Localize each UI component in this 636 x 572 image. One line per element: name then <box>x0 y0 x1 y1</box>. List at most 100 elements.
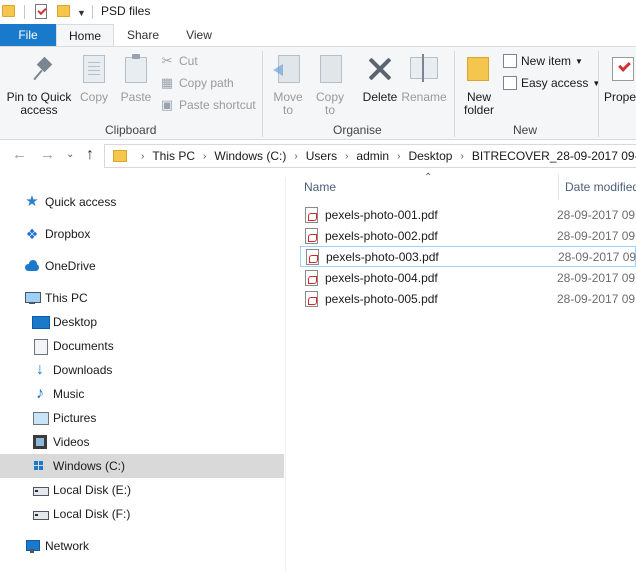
disk-icon <box>32 482 49 498</box>
tab-view[interactable]: View <box>172 24 226 46</box>
nav-item-label: Documents <box>53 339 114 353</box>
tab-file[interactable]: File <box>0 24 56 46</box>
column-header-date-modified[interactable]: Date modified <box>565 180 636 194</box>
forward-arrow-icon[interactable]: → <box>40 146 55 163</box>
column-header-name[interactable]: Name <box>304 180 336 194</box>
ribbon: Pin to Quick access Copy Paste ✂ Cut ▦ Cop… <box>0 46 636 140</box>
move-to-button[interactable]: Move to <box>268 47 308 121</box>
file-date: 28-09-2017 09: <box>557 207 636 222</box>
chevron-down-icon[interactable]: ▼ <box>77 8 86 18</box>
new-folder-icon <box>467 57 489 81</box>
nav-item-pictures[interactable]: Pictures <box>0 406 284 430</box>
breadcrumb-chevron-icon[interactable]: › <box>397 151 400 162</box>
nav-item-desktop[interactable]: Desktop <box>0 310 284 334</box>
breadcrumb-chevron-icon[interactable]: › <box>345 151 348 162</box>
file-name: pexels-photo-005.pdf <box>325 291 438 306</box>
paste-icon <box>125 54 147 83</box>
file-name: pexels-photo-003.pdf <box>326 249 439 264</box>
delete-button[interactable]: Delete <box>358 47 402 121</box>
new-item-button[interactable]: New item ▼ <box>503 54 583 68</box>
easy-access-button[interactable]: Easy access ▼ <box>503 76 600 90</box>
breadcrumb-current-folder[interactable]: BITRECOVER_28-09-2017 09-11 <box>472 149 636 163</box>
nav-item-downloads[interactable]: ↓ Downloads <box>0 358 284 382</box>
ribbon-tabs: File Home Share View <box>0 24 636 47</box>
nav-item-label: Local Disk (F:) <box>53 507 131 521</box>
file-list: ⌃ Name Date modified pexels-photo-001.pd… <box>296 172 636 572</box>
videos-icon <box>32 434 48 450</box>
nav-item-documents[interactable]: Documents <box>0 334 284 358</box>
breadcrumb-this-pc[interactable]: This PC <box>152 149 195 163</box>
nav-item-quick-access[interactable]: ★ Quick access <box>0 190 284 214</box>
documents-icon <box>32 338 48 355</box>
copy-path-button[interactable]: ▦ Copy path <box>160 75 234 91</box>
nav-item-label: Local Disk (E:) <box>53 483 132 497</box>
nav-item-label: Network <box>45 539 90 553</box>
file-row[interactable]: pexels-photo-003.pdf 28-09-2017 09: <box>300 246 636 267</box>
pdf-file-icon <box>305 269 318 286</box>
nav-item-label: Music <box>53 387 85 401</box>
nav-item-this-pc[interactable]: This PC <box>0 286 284 310</box>
breadcrumb-chevron-icon[interactable]: › <box>141 151 144 162</box>
pdf-file-icon <box>306 248 319 265</box>
file-row[interactable]: pexels-photo-001.pdf 28-09-2017 09: <box>300 204 636 225</box>
nav-item-videos[interactable]: Videos <box>0 430 284 454</box>
tab-home[interactable]: Home <box>56 24 114 47</box>
sort-ascending-icon: ⌃ <box>424 172 433 183</box>
copy-to-button[interactable]: Copy to <box>310 47 350 121</box>
folder-icon <box>2 5 15 17</box>
breadcrumb-chevron-icon[interactable]: › <box>460 151 463 162</box>
back-arrow-icon[interactable]: ← <box>12 146 27 163</box>
pdf-file-icon <box>305 227 318 244</box>
pin-icon <box>34 57 54 83</box>
move-to-label-2: to <box>282 103 293 117</box>
cut-button[interactable]: ✂ Cut <box>160 54 198 69</box>
copy-icon <box>83 55 105 83</box>
new-item-icon <box>503 54 517 68</box>
clipboard-group-label: Clipboard <box>105 123 157 137</box>
nav-item-label: Videos <box>53 435 90 449</box>
nav-item-network[interactable]: Network <box>0 534 284 558</box>
recent-locations-chevron-icon[interactable]: ⌄ <box>66 149 74 160</box>
nav-item-label: Downloads <box>53 363 113 377</box>
breadcrumb-desktop[interactable]: Desktop <box>408 149 452 163</box>
column-divider[interactable] <box>558 174 559 200</box>
paste-shortcut-button[interactable]: ▣ Paste shortcut <box>160 97 256 113</box>
copy-button[interactable]: Copy <box>76 47 112 121</box>
pictures-icon <box>32 410 49 426</box>
new-group-label: New <box>513 123 538 137</box>
breadcrumb-users[interactable]: Users <box>306 149 337 163</box>
address-bar[interactable]: › This PC › Windows (C:) › Users › admin… <box>104 144 636 168</box>
paste-button[interactable]: Paste <box>116 47 156 121</box>
file-row[interactable]: pexels-photo-004.pdf 28-09-2017 09: <box>300 267 636 288</box>
tab-share[interactable]: Share <box>114 24 172 46</box>
copy-path-icon: ▦ <box>160 75 174 90</box>
pdf-file-icon <box>305 206 318 223</box>
nav-item-local-disk-f[interactable]: Local Disk (F:) <box>0 502 284 526</box>
new-folder-button[interactable]: New folder <box>458 47 500 121</box>
nav-item-windows-c[interactable]: Windows (C:) <box>0 454 284 478</box>
properties-quick-icon[interactable] <box>35 4 47 19</box>
nav-item-dropbox[interactable]: ❖ Dropbox <box>0 222 284 246</box>
copy-path-label: Copy path <box>179 76 234 90</box>
new-folder-quick-icon[interactable] <box>57 5 70 17</box>
windows-drive-icon <box>32 458 48 474</box>
nav-item-local-disk-e[interactable]: Local Disk (E:) <box>0 478 284 502</box>
nav-item-music[interactable]: ♪ Music <box>0 382 284 406</box>
pin-label-2: access <box>20 103 58 117</box>
properties-button[interactable]: Prope <box>602 47 636 121</box>
breadcrumb-chevron-icon[interactable]: › <box>203 151 206 162</box>
nav-item-label: Quick access <box>45 195 117 209</box>
new-folder-label-2: folder <box>463 103 495 117</box>
breadcrumb-chevron-icon[interactable]: › <box>294 151 297 162</box>
delete-icon <box>368 57 392 81</box>
breadcrumb-admin[interactable]: admin <box>356 149 389 163</box>
up-arrow-icon[interactable]: ↑ <box>86 146 94 164</box>
rename-button[interactable]: Rename <box>400 47 448 121</box>
pin-to-quick-access-button[interactable]: Pin to Quick access <box>4 47 74 121</box>
breadcrumb-windows-c[interactable]: Windows (C:) <box>214 149 286 163</box>
file-date: 28-09-2017 09: <box>557 291 636 306</box>
file-row[interactable]: pexels-photo-002.pdf 28-09-2017 09: <box>300 225 636 246</box>
nav-item-onedrive[interactable]: OneDrive <box>0 254 284 278</box>
file-row[interactable]: pexels-photo-005.pdf 28-09-2017 09: <box>300 288 636 309</box>
paste-shortcut-icon: ▣ <box>160 97 174 112</box>
